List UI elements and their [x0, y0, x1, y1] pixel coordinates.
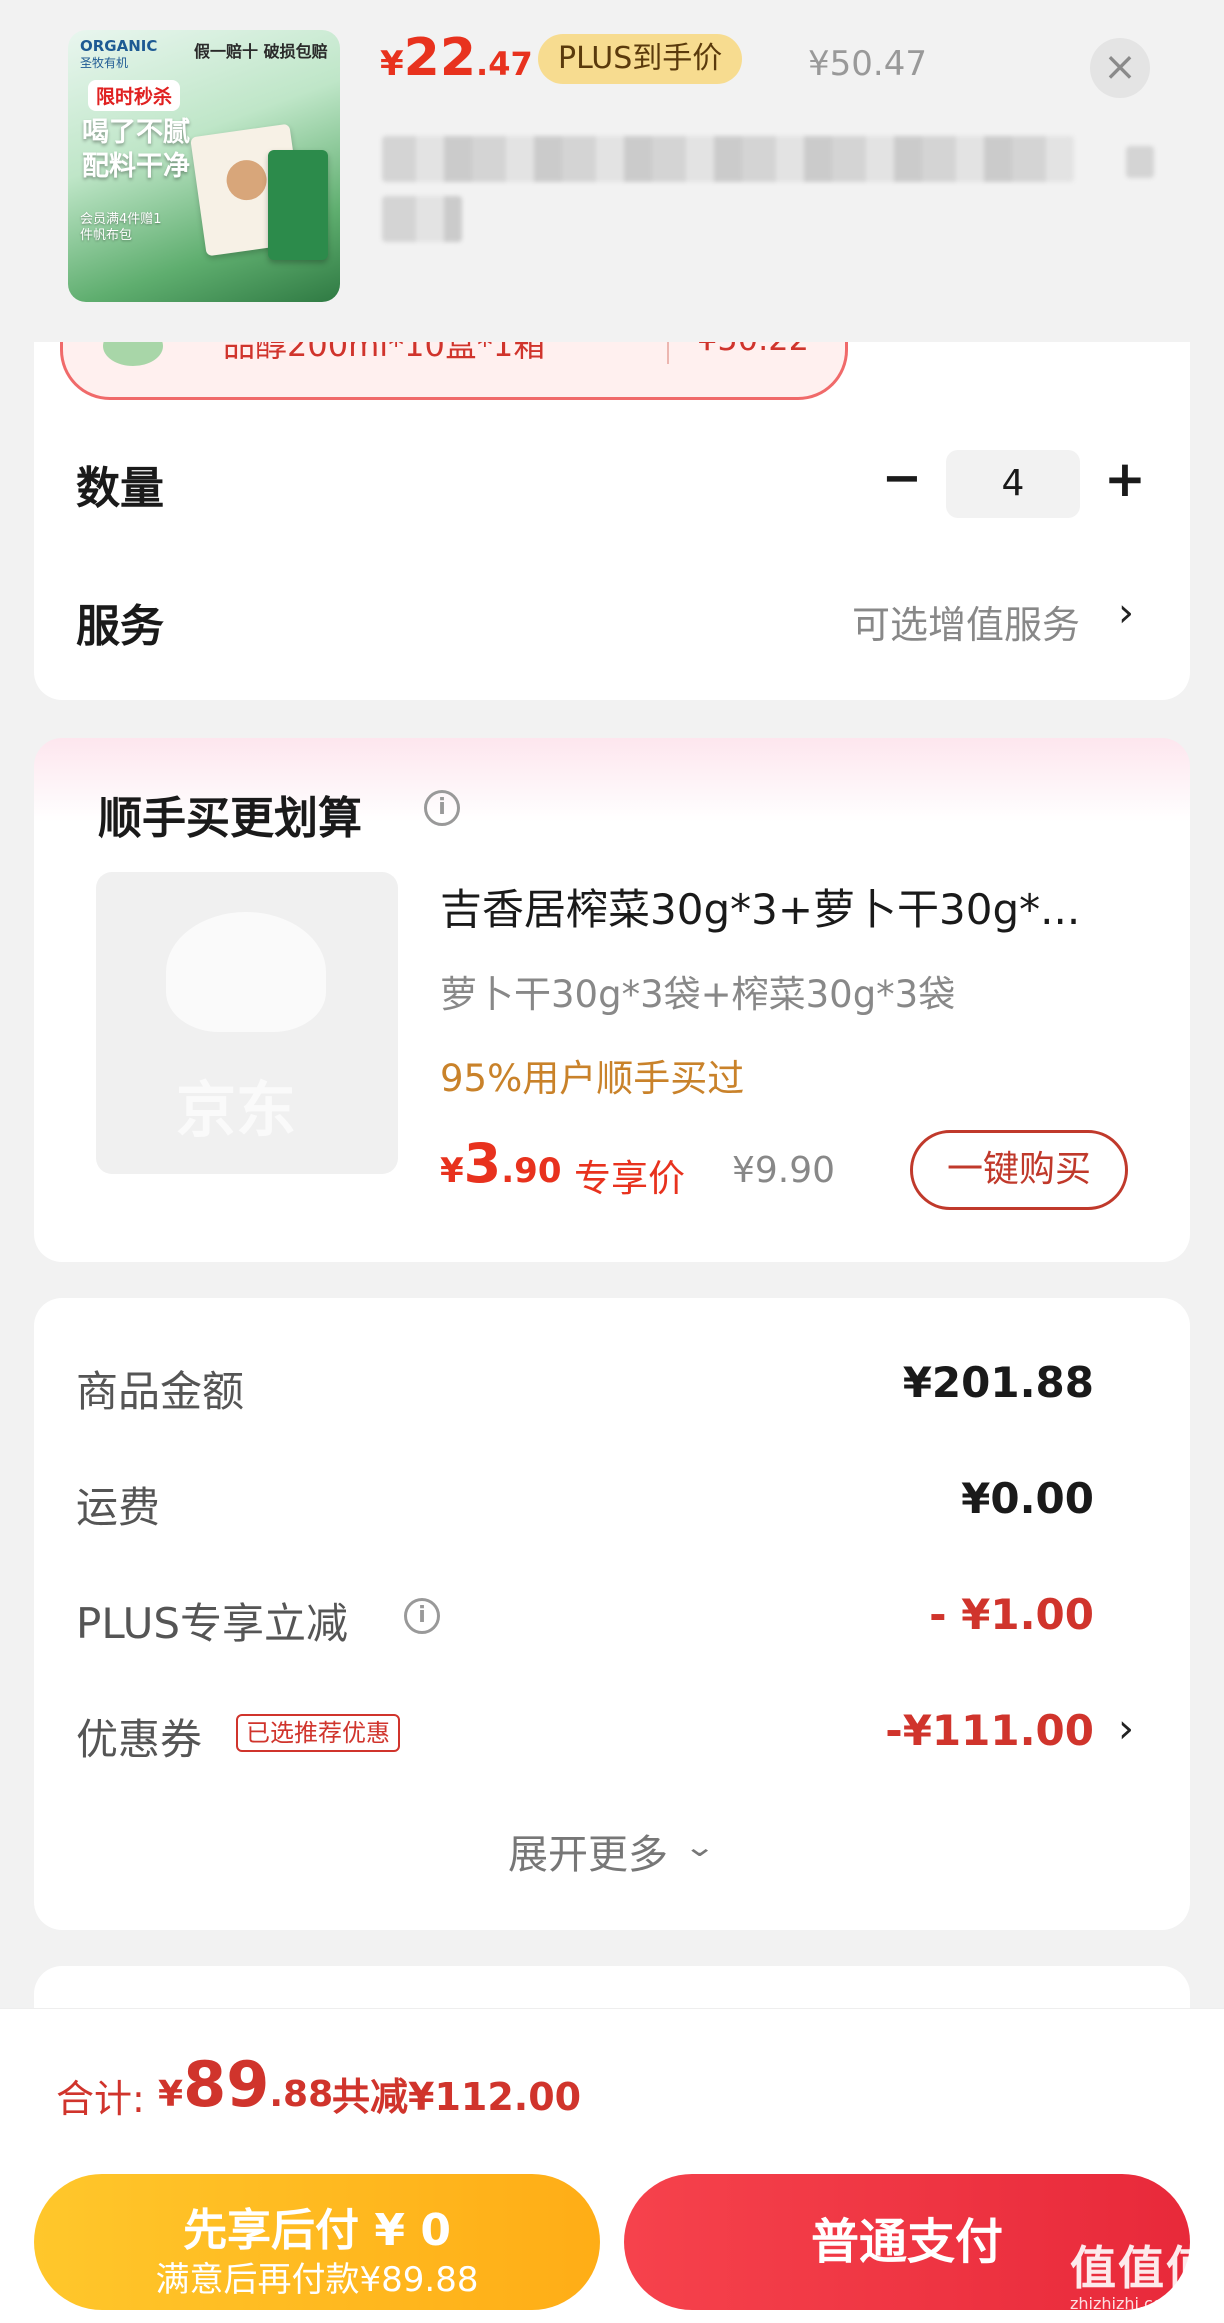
addon-title: 顺手买更划算	[98, 793, 362, 844]
pay-later-title: 先享后付 ¥ 0	[183, 2205, 451, 2256]
goods-amount-label: 商品金额	[76, 1367, 245, 1416]
plus-discount-label: PLUS专享立减	[76, 1599, 349, 1648]
thumbnail-slogan: 喝了不腻配料干净	[82, 117, 190, 182]
coupon-chevron-icon[interactable]: ›	[1118, 1706, 1134, 1752]
blurred-product-title-line-1	[382, 136, 1074, 182]
service-option-link[interactable]: 可选增值服务	[852, 594, 1080, 649]
expand-more-button[interactable]: 展开更多	[508, 1822, 668, 1880]
quantity-label: 数量	[76, 463, 164, 514]
milk-carton-image	[268, 150, 328, 260]
jd-mascot-placeholder	[166, 912, 326, 1032]
shipping-label: 运费	[76, 1483, 161, 1532]
addon-product-image[interactable]: 京东	[96, 872, 398, 1174]
plus-price-tag: PLUS到手价	[538, 34, 743, 84]
close-button[interactable]: ×	[1090, 38, 1150, 98]
addon-info-icon[interactable]: i	[424, 790, 460, 826]
blurred-product-title-end	[1126, 146, 1154, 178]
total-reduction: 共减¥112.00	[332, 2075, 582, 2119]
coupon-recommended-badge: 已选推荐优惠	[236, 1714, 400, 1752]
thumbnail-brand: ORGANIC 圣牧有机	[80, 37, 158, 71]
coupon-label: 优惠券	[76, 1715, 203, 1764]
quantity-input[interactable]: 4	[946, 450, 1080, 518]
close-icon: ×	[1103, 44, 1137, 90]
quantity-increase-button[interactable]: +	[1102, 450, 1148, 508]
goods-amount-value: ¥201.88	[902, 1358, 1094, 1407]
thumbnail-flash-badge: 限时秒杀	[88, 80, 181, 111]
thumbnail-guarantee-tag: 假一赔十 破损包赔	[194, 42, 328, 61]
pay-later-button[interactable]: 先享后付 ¥ 0 满意后再付款¥89.88	[34, 2174, 600, 2310]
total-label: 合计:	[56, 2077, 145, 2121]
one-click-buy-button[interactable]: 一键购买	[910, 1130, 1128, 1210]
watermark-logo: 值值值	[1070, 2241, 1214, 2295]
chevron-down-icon[interactable]: ⌄	[683, 1830, 716, 1863]
addon-product-name[interactable]: 吉香居榨菜30g*3+萝卜干30g*...	[440, 876, 1130, 937]
addon-price: ¥3.90	[440, 1132, 562, 1195]
placeholder-logo-text: 京东	[176, 1076, 296, 1146]
quantity-decrease-button[interactable]: −	[880, 450, 924, 506]
addon-purchase-hint: 95%用户顺手买过	[440, 1057, 745, 1100]
addon-product-spec: 萝卜干30g*3袋+榨菜30g*3袋	[440, 973, 956, 1016]
blurred-product-title-line-2	[382, 196, 462, 242]
original-price: ¥50.47	[808, 44, 927, 84]
shipping-value: ¥0.00	[961, 1474, 1094, 1523]
total-price: ¥89.88	[158, 2048, 334, 2121]
service-label: 服务	[76, 601, 164, 652]
product-thumbnail[interactable]: ORGANIC 圣牧有机 假一赔十 破损包赔 限时秒杀 喝了不腻配料干净 会员满…	[68, 30, 340, 302]
thumbnail-gift-note: 会员满4件赠1件帆布包	[80, 212, 162, 243]
addon-original-price: ¥9.90	[732, 1150, 836, 1191]
addon-exclusive-label: 专享价	[574, 1157, 685, 1200]
product-header: ORGANIC 圣牧有机 假一赔十 破损包赔 限时秒杀 喝了不腻配料干净 会员满…	[0, 0, 1224, 342]
watermark-url: zhizhizhi.com	[1070, 2294, 1179, 2313]
plus-discount-value: - ¥1.00	[929, 1590, 1094, 1639]
pay-later-subtitle: 满意后再付款¥89.88	[155, 2260, 479, 2300]
current-price: ¥22.47	[380, 28, 533, 88]
plus-discount-info-icon[interactable]: i	[404, 1598, 440, 1634]
coupon-value[interactable]: -¥111.00	[885, 1706, 1094, 1755]
service-chevron-icon[interactable]: ›	[1118, 590, 1134, 636]
